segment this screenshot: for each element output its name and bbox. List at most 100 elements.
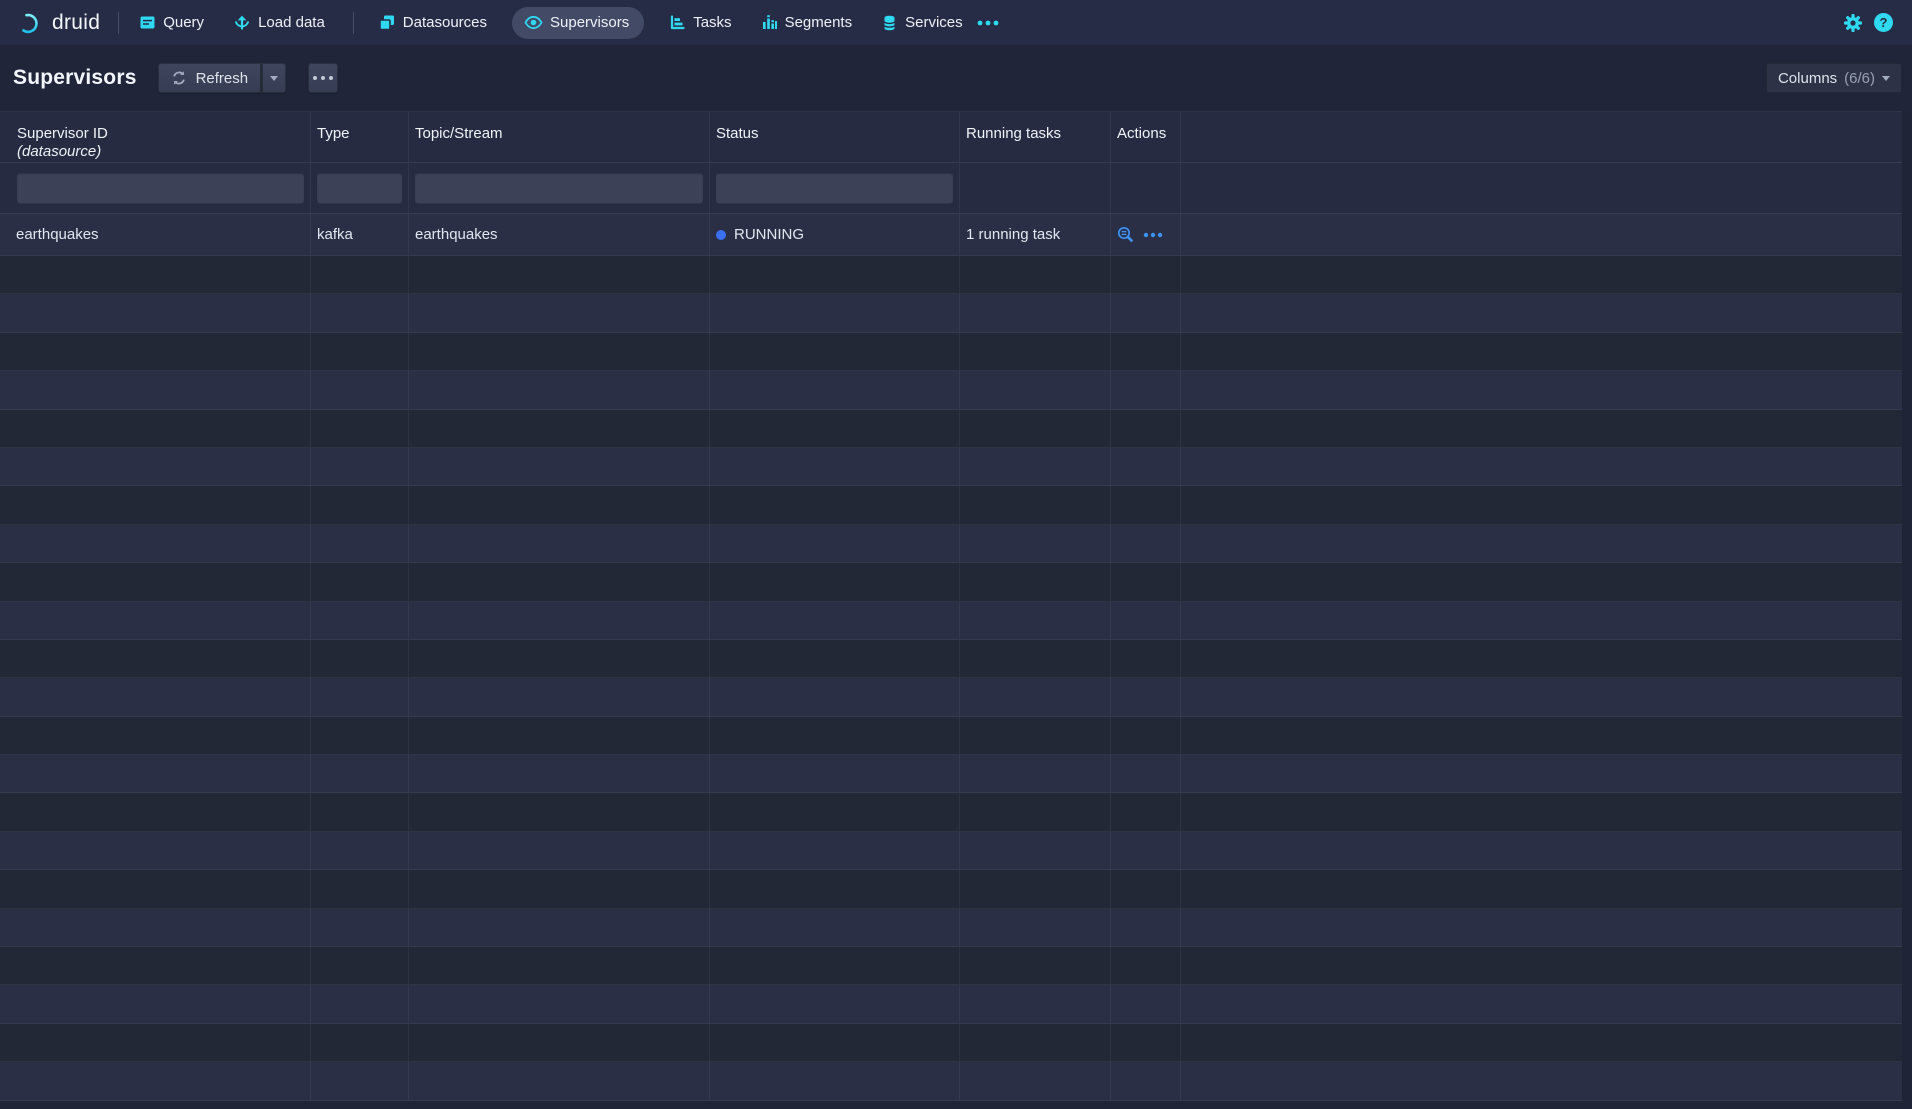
empty-cell [0,448,311,485]
filter-input-type[interactable] [317,173,402,203]
view-payload-icon[interactable] [1117,226,1134,243]
empty-cell [409,333,710,370]
more-icon [977,20,999,26]
empty-cell [409,448,710,485]
empty-cell [1181,1062,1902,1099]
table-row-empty [0,1024,1902,1062]
nav-item-services[interactable]: Services [877,7,967,39]
empty-cell [0,525,311,562]
filter-input-status[interactable] [716,173,953,203]
empty-cell [311,717,409,754]
nav-item-label: Query [163,14,204,31]
empty-cell [0,985,311,1022]
empty-cell [710,678,960,715]
druid-logo[interactable]: druid [14,8,100,37]
row-more-actions-icon[interactable] [1143,232,1163,238]
empty-cell [409,1062,710,1099]
empty-cell [960,755,1111,792]
column-header-sublabel: (datasource) [17,143,304,161]
cell-actions [1111,214,1181,255]
nav-right-controls: ? [1843,13,1893,33]
column-header-supervisor-id[interactable]: Supervisor ID (datasource) [0,112,311,162]
table-row-empty [0,640,1902,678]
load-data-icon [233,14,251,31]
empty-cell [1181,947,1902,984]
nav-item-load-data[interactable]: Load data [229,7,329,39]
empty-cell [1181,1024,1902,1061]
empty-cell [409,947,710,984]
empty-cell [960,947,1111,984]
refresh-interval-dropdown[interactable] [261,63,286,93]
empty-cell [960,602,1111,639]
table-row-empty [0,793,1902,831]
nav-item-query[interactable]: Query [135,7,208,39]
table-row-empty [0,755,1902,793]
empty-cell [710,602,960,639]
column-header-type[interactable]: Type [311,112,409,162]
table-row-empty [0,947,1902,985]
empty-cell [710,448,960,485]
empty-cell [409,870,710,907]
empty-cell [0,717,311,754]
nav-item-tasks[interactable]: Tasks [665,7,735,39]
empty-cell [710,256,960,293]
empty-cell [1181,256,1902,293]
empty-cell [1181,832,1902,869]
empty-cell [409,371,710,408]
settings-button[interactable] [1843,13,1863,33]
empty-cell [710,1024,960,1061]
empty-cell [409,256,710,293]
empty-cell [311,371,409,408]
gear-icon [1843,13,1863,33]
status-label: RUNNING [734,226,804,243]
empty-rows-region [0,256,1902,1101]
refresh-button[interactable]: Refresh [158,63,262,93]
empty-cell [409,640,710,677]
nav-more-button[interactable] [977,20,999,26]
column-header-running-tasks[interactable]: Running tasks [960,112,1111,162]
table-row-empty [0,294,1902,332]
table-header-row: Supervisor ID (datasource) Type Topic/St… [0,111,1902,162]
empty-cell [1181,371,1902,408]
help-button[interactable]: ? [1874,13,1893,32]
columns-dropdown[interactable]: Columns (6/6) [1766,63,1902,93]
nav-item-supervisors[interactable]: Supervisors [512,7,644,39]
empty-cell [1181,333,1902,370]
view-more-button[interactable] [308,63,338,93]
empty-cell [409,525,710,562]
empty-cell [960,256,1111,293]
query-icon [139,14,156,31]
nav-item-label: Load data [258,14,325,31]
empty-cell [311,947,409,984]
empty-cell [0,678,311,715]
empty-cell [1111,947,1181,984]
empty-cell [710,525,960,562]
nav-divider [118,12,119,34]
empty-cell [960,525,1111,562]
empty-cell [311,256,409,293]
empty-cell [1111,678,1181,715]
table-row-earthquakes[interactable]: earthquakes kafka earthquakes RUNNING 1 … [0,214,1902,256]
column-header-topic-stream[interactable]: Topic/Stream [409,112,710,162]
empty-cell [311,1062,409,1099]
empty-cell [0,602,311,639]
filter-input-supervisor-id[interactable] [17,173,304,203]
table-row-empty [0,525,1902,563]
empty-cell [710,640,960,677]
empty-cell [960,832,1111,869]
empty-cell [1181,678,1902,715]
empty-cell [710,909,960,946]
nav-item-segments[interactable]: Segments [757,7,857,39]
empty-cell [1111,371,1181,408]
columns-count: (6/6) [1844,70,1875,87]
column-header-status[interactable]: Status [710,112,960,162]
column-header-actions[interactable]: Actions [1111,112,1181,162]
empty-cell [960,486,1111,523]
filter-input-topic-stream[interactable] [415,173,703,203]
nav-item-datasources[interactable]: Datasources [374,7,491,39]
empty-cell [1111,602,1181,639]
empty-cell [710,947,960,984]
empty-cell [0,371,311,408]
empty-cell [710,486,960,523]
empty-cell [960,870,1111,907]
